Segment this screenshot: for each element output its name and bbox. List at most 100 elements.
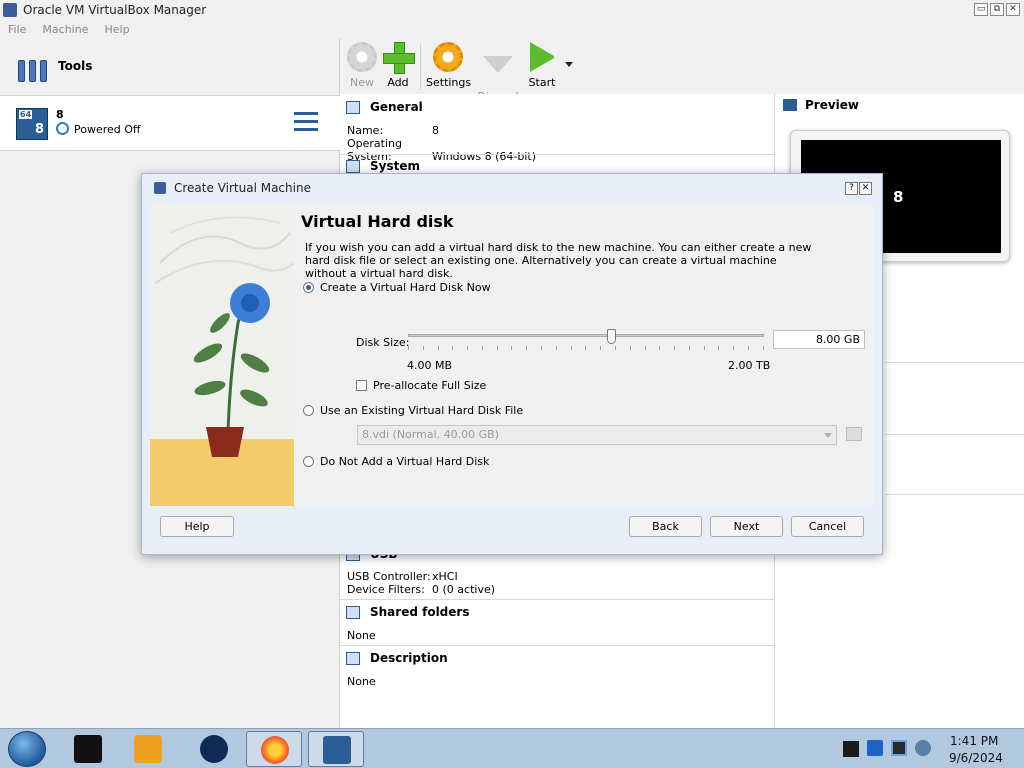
terminal-icon: [74, 735, 102, 763]
existing-disk-select[interactable]: 8.vdi (Normal, 40.00 GB): [357, 425, 837, 445]
disk-size-input[interactable]: 8.00 GB: [773, 330, 865, 349]
add-button[interactable]: Add: [376, 42, 420, 92]
disk-size-slider-track[interactable]: [408, 334, 764, 337]
preview-section-header[interactable]: Preview: [783, 98, 859, 112]
wizard-heading: Virtual Hard disk: [301, 212, 454, 231]
general-section-header[interactable]: General: [346, 97, 423, 117]
clock-time[interactable]: 1:41 PM: [950, 734, 998, 748]
usb-controller-value: xHCI: [432, 570, 458, 583]
volume-icon[interactable]: [915, 740, 931, 756]
taskbar-app-browser-globe[interactable]: [186, 731, 242, 767]
restore-button[interactable]: ⧉: [990, 3, 1004, 16]
preview-screen-text: 8: [893, 188, 904, 206]
no-disk-option[interactable]: Do Not Add a Virtual Hard Disk: [303, 455, 489, 468]
description-title: Description: [370, 651, 448, 665]
preallocate-checkbox[interactable]: [356, 380, 367, 391]
wizard-description: If you wish you can add a virtual hard d…: [305, 241, 812, 280]
os-bits-badge: 64: [19, 110, 33, 119]
description-value: None: [347, 675, 376, 688]
new-icon: [347, 42, 377, 72]
section-divider: [885, 494, 1024, 495]
usb-controller-row: USB Controller:xHCI: [347, 570, 458, 583]
discard-arrow-icon: [483, 56, 513, 86]
dialog-close-button[interactable]: ✕: [859, 182, 872, 195]
existing-disk-option[interactable]: Use an Existing Virtual Hard Disk File: [303, 404, 523, 417]
taskbar: 1:41 PM 9/6/2024: [0, 728, 1024, 768]
os-version-badge: 8: [34, 122, 44, 137]
globe-icon: [200, 735, 228, 763]
discard-button[interactable]: Discard: [476, 42, 520, 103]
shared-folders-value: None: [347, 629, 376, 642]
dialog-title-bar: Create Virtual Machine ? ✕: [142, 174, 882, 202]
general-name-row: Name: 8: [347, 124, 439, 137]
cancel-button[interactable]: Cancel: [791, 516, 864, 537]
tools-item[interactable]: Tools: [0, 38, 340, 94]
section-divider: [885, 434, 1024, 435]
windows-start-button[interactable]: [8, 731, 46, 767]
os-value: Windows 8 (64-bit): [432, 150, 536, 163]
menu-help[interactable]: Help: [104, 23, 129, 36]
vm-list-item[interactable]: 64 8 8 Powered Off: [0, 95, 340, 151]
back-button[interactable]: Back: [629, 516, 702, 537]
disk-size-max-label: 2.00 TB: [728, 359, 771, 372]
windows-os-icon: 64 8: [16, 108, 48, 140]
disk-size-label: Disk Size:: [356, 336, 410, 349]
shared-folders-title: Shared folders: [370, 605, 470, 619]
vm-details-menu-icon[interactable]: [294, 112, 318, 134]
usb-filters-key: Device Filters:: [347, 583, 425, 596]
taskbar-app-media-player[interactable]: [120, 731, 176, 767]
section-divider: [340, 599, 774, 600]
taskbar-app-firefox[interactable]: [246, 731, 302, 767]
disk-size-slider-thumb[interactable]: [606, 329, 616, 344]
menu-machine[interactable]: Machine: [42, 23, 88, 36]
settings-button[interactable]: Settings: [426, 42, 471, 92]
create-disk-option[interactable]: Create a Virtual Hard Disk Now: [303, 281, 491, 294]
settings-gear-icon: [433, 42, 463, 72]
no-disk-radio[interactable]: [303, 456, 314, 467]
vm-state: Powered Off: [74, 123, 141, 136]
dialog-title: Create Virtual Machine: [174, 181, 311, 195]
disk-size-slider-ticks: [408, 346, 764, 352]
section-divider: [885, 362, 1024, 363]
start-label: Start: [528, 76, 556, 89]
system-title: System: [370, 159, 420, 173]
help-button[interactable]: Help: [160, 516, 234, 537]
menu-bar: File Machine Help: [0, 20, 130, 38]
section-divider: [340, 645, 774, 646]
power-off-icon: [56, 122, 69, 135]
minimize-button[interactable]: ▭: [974, 3, 988, 16]
usb-controller-key: USB Controller:: [347, 570, 431, 583]
usb-filters-value: 0 (0 active): [432, 583, 496, 596]
firefox-icon: [261, 736, 289, 764]
clock-date[interactable]: 9/6/2024: [949, 751, 1003, 765]
create-disk-radio[interactable]: [303, 282, 314, 293]
system-icon: [346, 159, 360, 173]
window-controls: ▭ ⧉ ✕: [974, 3, 1020, 16]
virtualbox-icon: [323, 736, 351, 764]
tray-app-icon[interactable]: [867, 740, 883, 756]
description-icon: [346, 651, 360, 665]
taskbar-app-virtualbox[interactable]: [308, 731, 364, 767]
choose-disk-folder-icon[interactable]: [846, 427, 862, 441]
close-button[interactable]: ✕: [1006, 3, 1020, 16]
network-icon[interactable]: [891, 740, 907, 756]
main-toolbar: New Add Settings Discard Start: [340, 38, 1024, 103]
create-disk-label: Create a Virtual Hard Disk Now: [320, 281, 491, 294]
start-button[interactable]: Start: [520, 42, 564, 92]
preallocate-option[interactable]: Pre-allocate Full Size: [356, 379, 486, 392]
existing-disk-radio[interactable]: [303, 405, 314, 416]
dialog-help-button[interactable]: ?: [845, 182, 858, 195]
section-divider: [340, 154, 774, 155]
start-dropdown-icon[interactable]: [565, 62, 573, 67]
existing-disk-value: 8.vdi (Normal, 40.00 GB): [362, 428, 499, 441]
dialog-controls: ? ✕: [845, 182, 872, 195]
menu-file[interactable]: File: [8, 23, 26, 36]
shared-folders-section-header[interactable]: Shared folders: [346, 602, 469, 622]
virtualbox-icon: [3, 3, 17, 17]
next-button[interactable]: Next: [710, 516, 783, 537]
description-section-header[interactable]: Description: [346, 648, 448, 668]
show-hidden-icons-icon[interactable]: [843, 741, 859, 757]
preallocate-label: Pre-allocate Full Size: [373, 379, 487, 392]
disk-size-min-label: 4.00 MB: [407, 359, 453, 372]
taskbar-app-terminal[interactable]: [60, 731, 116, 767]
